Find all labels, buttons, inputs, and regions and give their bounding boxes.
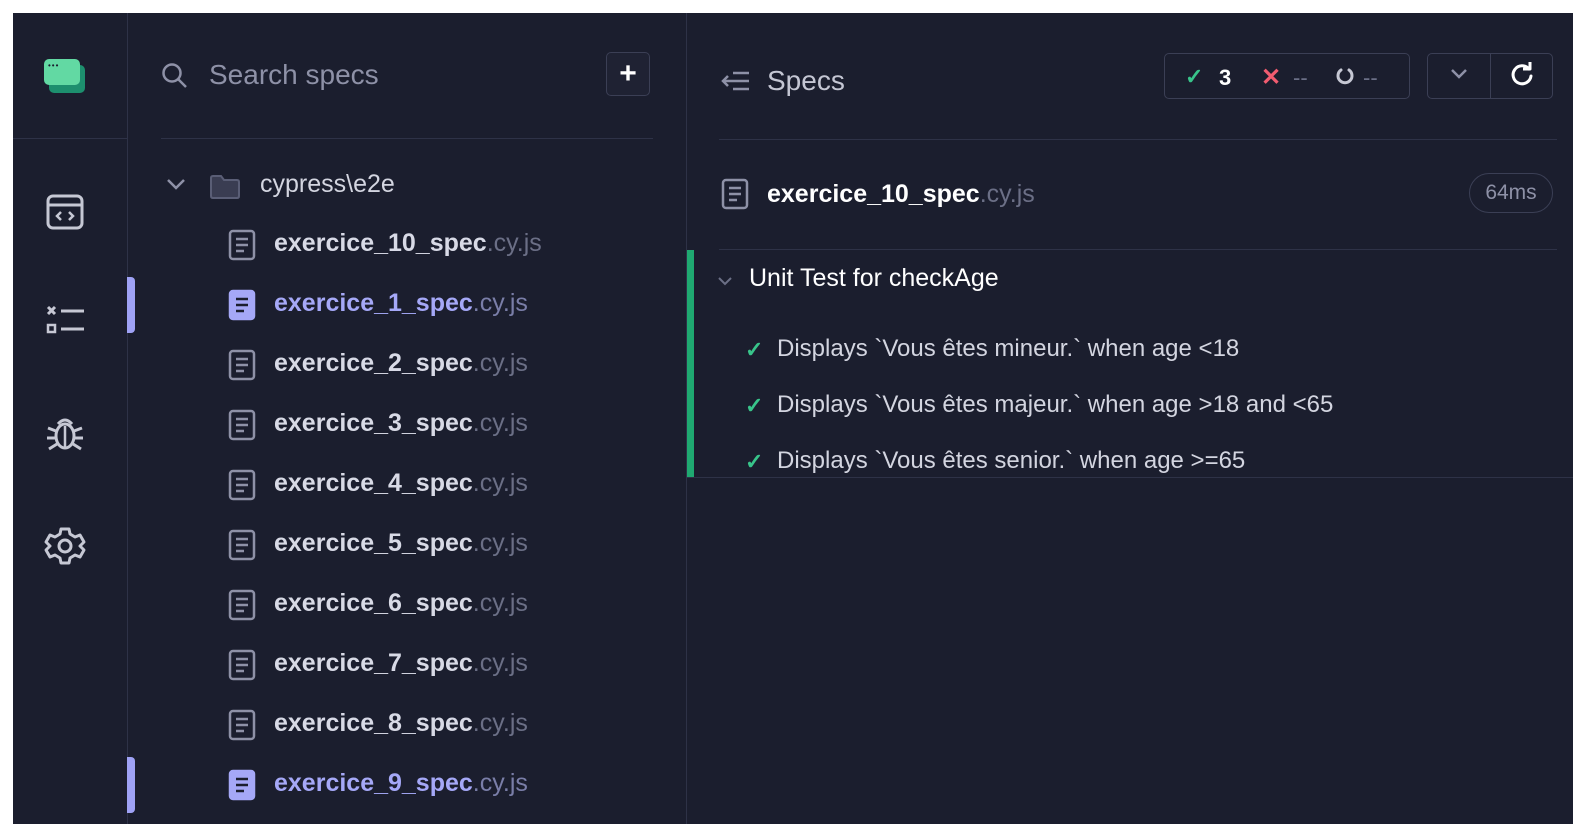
check-icon: ✓ xyxy=(745,393,764,418)
cypress-app: ••• Search specs + cypress\e2e exercice_… xyxy=(13,13,1573,824)
chevron-down-icon[interactable] xyxy=(717,274,733,292)
file-icon xyxy=(228,229,256,266)
chevron-down-icon xyxy=(1449,67,1469,86)
file-icon xyxy=(228,289,256,326)
file-icon xyxy=(228,469,256,506)
collapse-list-icon xyxy=(719,67,751,100)
pending-icon xyxy=(1335,66,1355,92)
spec-file-title: exercice_10_spec.cy.js xyxy=(767,180,1035,208)
spec-name: exercice_4_spec.cy.js xyxy=(274,469,528,497)
test-stats: ✓ 3 ✕ -- -- xyxy=(1164,53,1410,99)
spec-name: exercice_10_spec.cy.js xyxy=(274,229,542,257)
settings-icon[interactable] xyxy=(42,523,88,569)
spec-name: exercice_1_spec.cy.js xyxy=(274,289,528,317)
specs-toggle-label: Specs xyxy=(767,65,845,96)
spec-list-panel: + cypress\e2e exercice_10_spec.cy.jsexer… xyxy=(128,13,687,824)
folder-icon xyxy=(209,174,241,205)
x-icon: ✕ xyxy=(1261,64,1282,91)
spec-name: exercice_8_spec.cy.js xyxy=(274,709,528,737)
test-title: Displays `Vous êtes mineur.` when age <1… xyxy=(777,335,1240,362)
spec-name: exercice_9_spec.cy.js xyxy=(274,769,528,797)
search-bar: + xyxy=(161,50,653,139)
spec-name: exercice_2_spec.cy.js xyxy=(274,349,528,377)
spec-file-header: exercice_10_spec.cy.js 64ms xyxy=(719,140,1557,250)
run-controls xyxy=(1427,53,1553,99)
file-icon xyxy=(228,769,256,806)
side-nav: ••• xyxy=(13,13,135,824)
spec-name: exercice_3_spec.cy.js xyxy=(274,409,528,437)
pending-count: -- xyxy=(1363,65,1378,90)
test-title: Displays `Vous êtes senior.` when age >=… xyxy=(777,447,1246,474)
refresh-icon xyxy=(1509,60,1535,93)
suite-status-bar xyxy=(687,250,694,477)
chevron-down-icon xyxy=(165,176,187,197)
passed-count: 3 xyxy=(1219,65,1232,90)
test-title: Displays `Vous êtes majeur.` when age >1… xyxy=(777,391,1334,418)
search-icon xyxy=(161,62,189,95)
file-icon xyxy=(228,709,256,746)
specs-icon[interactable] xyxy=(42,298,88,344)
reporter-panel: Specs ✓ 3 ✕ -- -- exercice_10_spec.cy.js… xyxy=(687,13,1573,824)
spec-name: exercice_7_spec.cy.js xyxy=(274,649,528,677)
expand-collapse-button[interactable] xyxy=(1428,54,1490,98)
file-icon xyxy=(228,589,256,626)
check-icon: ✓ xyxy=(745,449,764,474)
search-input[interactable] xyxy=(207,56,591,94)
suite-title[interactable]: Unit Test for checkAge xyxy=(749,264,999,293)
file-icon xyxy=(721,178,749,215)
debug-icon[interactable] xyxy=(42,410,88,456)
rerun-button[interactable] xyxy=(1491,54,1553,98)
check-icon: ✓ xyxy=(1185,64,1204,89)
test-suite: Unit Test for checkAge ✓ Displays `Vous … xyxy=(687,250,1573,478)
file-icon xyxy=(228,649,256,686)
cypress-logo[interactable]: ••• xyxy=(13,13,127,139)
runs-icon[interactable] xyxy=(42,189,88,235)
spec-name: exercice_5_spec.cy.js xyxy=(274,529,528,557)
spec-name: exercice_6_spec.cy.js xyxy=(274,589,528,617)
failed-count: -- xyxy=(1293,65,1308,90)
check-icon: ✓ xyxy=(745,337,764,362)
file-icon xyxy=(228,349,256,386)
file-icon xyxy=(228,409,256,446)
reporter-header: Specs ✓ 3 ✕ -- -- xyxy=(719,13,1557,140)
duration-badge: 64ms xyxy=(1469,173,1553,213)
new-spec-button[interactable]: + xyxy=(606,52,650,96)
folder-label: cypress\e2e xyxy=(260,170,395,198)
file-icon xyxy=(228,529,256,566)
